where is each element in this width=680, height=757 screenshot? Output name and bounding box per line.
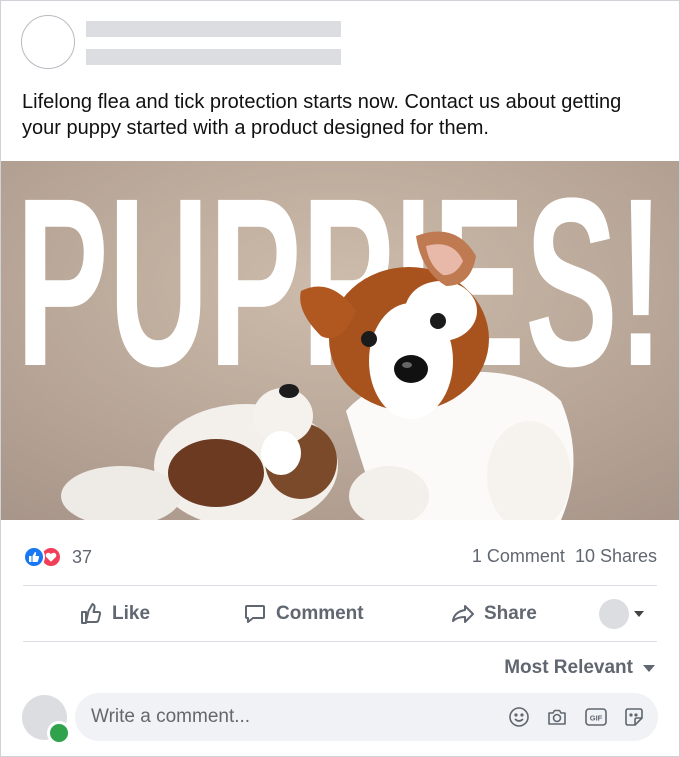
image-headline: PUPPIES! [16, 161, 664, 416]
share-arrow-icon [452, 605, 474, 623]
reactions-summary[interactable]: 37 [23, 545, 92, 569]
chevron-down-icon [634, 611, 644, 617]
online-status-indicator [47, 721, 71, 745]
audience-avatar [599, 599, 629, 629]
post-actions-bar: Like Comment Share [23, 591, 657, 637]
post-meta-placeholder [86, 49, 341, 65]
post-card: Lifelong flea and tick protection starts… [0, 0, 680, 757]
like-label: Like [112, 603, 151, 624]
sticker-icon[interactable] [622, 705, 646, 729]
comment-button[interactable]: Comment [243, 591, 364, 637]
like-button[interactable]: Like [79, 591, 150, 637]
divider-top [23, 585, 657, 586]
share-label: Share [484, 603, 537, 624]
engagement-stats: 1 Comment 10 Shares [472, 546, 657, 567]
reaction-count: 37 [72, 546, 93, 567]
sort-caret-icon [643, 664, 655, 672]
camera-icon[interactable] [545, 705, 569, 729]
thumbs-up-icon [81, 603, 102, 624]
comment-label: Comment [276, 603, 364, 624]
svg-text:GIF: GIF [590, 714, 603, 723]
comment-sort-dropdown[interactable]: Most Relevant [504, 657, 655, 679]
emoji-icon[interactable] [507, 705, 531, 729]
sort-label: Most Relevant [504, 657, 633, 678]
comment-input[interactable] [91, 693, 471, 741]
audience-selector[interactable] [599, 591, 644, 637]
page-avatar[interactable] [21, 15, 75, 69]
share-button[interactable]: Share [451, 591, 537, 637]
divider-bottom [23, 641, 657, 642]
comment-composer[interactable]: GIF [75, 693, 658, 741]
shares-count-link[interactable]: 10 Shares [575, 546, 657, 567]
like-reaction-icon [23, 546, 45, 568]
page-name-placeholder [86, 21, 341, 37]
comments-count-link[interactable]: 1 Comment [472, 546, 565, 567]
comment-bubble-icon [245, 605, 265, 623]
post-text: Lifelong flea and tick protection starts… [22, 91, 622, 139]
gif-icon[interactable]: GIF [584, 705, 608, 729]
post-image[interactable]: PUPPIES! [1, 161, 679, 520]
